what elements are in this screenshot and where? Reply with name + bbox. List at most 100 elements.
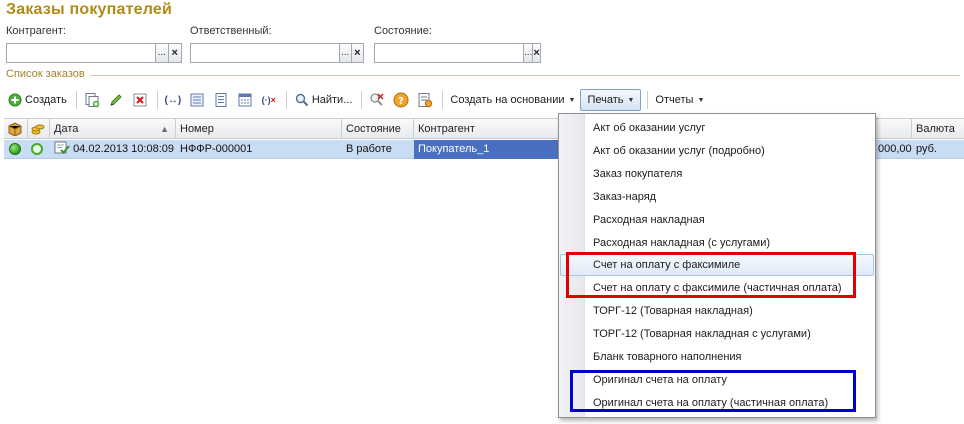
menu-item-act-services[interactable]: Акт об оказании услуг <box>560 117 874 139</box>
chevron-down-icon: ▼ <box>568 96 576 104</box>
delete-button[interactable] <box>129 89 151 111</box>
column-header-status[interactable]: Состояние <box>342 119 414 139</box>
filter-label-counterparty: Контрагент: <box>6 25 66 37</box>
reports-button[interactable]: Отчеты ▼ <box>652 89 707 111</box>
order-amount: 000,00 <box>878 143 912 155</box>
settings-button[interactable] <box>414 89 436 111</box>
column-header-label: Состояние <box>346 123 401 135</box>
menu-item-torg12-services[interactable]: ТОРГ-12 (Товарная накладная с услугами) <box>560 323 874 345</box>
settings-icon <box>417 92 433 108</box>
print-button[interactable]: Печать ▼ <box>580 89 642 111</box>
coins-icon <box>31 123 45 135</box>
calendar-icon <box>237 92 253 108</box>
column-header-label: Номер <box>180 123 214 135</box>
clear-search-icon <box>369 92 385 108</box>
order-currency: руб. <box>916 143 937 155</box>
menu-item-invoice[interactable]: Расходная накладная <box>560 209 874 231</box>
delete-icon <box>132 92 148 108</box>
tree-icon <box>213 92 229 108</box>
number-cell: НФФР-000001 <box>176 140 342 159</box>
toolbar-separator <box>75 91 77 109</box>
menu-item-customer-order[interactable]: Заказ покупателя <box>560 163 874 185</box>
section-title: Список заказов <box>6 68 85 80</box>
menu-item-invoice-services[interactable]: Расходная накладная (с услугами) <box>560 232 874 254</box>
menu-item-goods-form[interactable]: Бланк товарного наполнения <box>560 346 874 368</box>
search-icon <box>294 92 310 108</box>
box-icon <box>8 122 22 137</box>
status-input[interactable] <box>374 43 523 63</box>
counterparty-select-button[interactable]: ... <box>155 43 169 63</box>
filter-counterparty: ... × <box>6 43 182 63</box>
print-button-label: Печать <box>587 94 624 106</box>
order-counterparty: Покупатель_1 <box>418 143 490 155</box>
print-dropdown-menu: Акт об оказании услуг Акт об оказании ус… <box>558 113 876 418</box>
tree-view-button[interactable] <box>210 89 232 111</box>
sync-button[interactable]: (↔) <box>162 89 184 111</box>
section-divider <box>90 75 960 76</box>
toolbar-separator <box>156 91 158 109</box>
clear-search-button[interactable] <box>366 89 388 111</box>
column-header-label: Дата <box>54 123 79 135</box>
find-button-label: Найти... <box>311 94 353 106</box>
column-header-posted[interactable] <box>4 119 28 139</box>
counterparty-cell[interactable]: Покупатель_1 <box>414 140 562 159</box>
create-button[interactable]: Создать <box>4 89 70 111</box>
filter-label-status: Состояние: <box>374 25 432 37</box>
order-status: В работе <box>346 143 392 155</box>
menu-item-original-bill-partial[interactable]: Оригинал счета на оплату (частичная опла… <box>560 392 874 414</box>
counterparty-input[interactable] <box>6 43 155 63</box>
toolbar: Создать (↔) (·) × Найти... ? Создать на … <box>4 87 960 113</box>
status-select-button[interactable]: ... <box>523 43 534 63</box>
menu-item-act-services-detailed[interactable]: Акт об оказании услуг (подробно) <box>560 140 874 162</box>
chevron-down-icon: ▼ <box>697 96 705 104</box>
menu-item-work-order[interactable]: Заказ-наряд <box>560 186 874 208</box>
menu-item-torg12[interactable]: ТОРГ-12 (Товарная накладная) <box>560 300 874 322</box>
copy-icon <box>84 92 100 108</box>
column-header-label: Валюта <box>916 123 955 135</box>
create-button-label: Создать <box>25 94 67 106</box>
payment-status-cell <box>31 140 49 159</box>
column-header-currency[interactable]: Валюта <box>912 119 964 139</box>
help-icon: ? <box>393 92 409 108</box>
counterparty-clear-button[interactable]: × <box>168 43 182 63</box>
edit-button[interactable] <box>105 89 127 111</box>
toolbar-separator <box>442 91 444 109</box>
list-icon <box>189 92 205 108</box>
menu-item-original-bill[interactable]: Оригинал счета на оплату <box>560 369 874 391</box>
filter-status: ... × <box>374 43 541 63</box>
column-header-date[interactable]: Дата ▲ <box>50 119 176 139</box>
sort-icon: ▲ <box>160 124 169 134</box>
amount-cell: 000,00 <box>876 140 912 159</box>
chevron-down-icon: ▼ <box>627 96 635 104</box>
cancel-filter-button[interactable]: (·) × <box>258 89 280 111</box>
calendar-button[interactable] <box>234 89 256 111</box>
column-header-number[interactable]: Номер <box>176 119 342 139</box>
status-clear-button[interactable]: × <box>533 43 541 63</box>
menu-item-bill-facsimile[interactable]: Счет на оплату с факсимиле <box>560 254 874 276</box>
list-view-button[interactable] <box>186 89 208 111</box>
copy-button[interactable] <box>81 89 103 111</box>
toolbar-separator <box>361 91 363 109</box>
order-date: 04.02.2013 10:08:09 <box>73 143 174 155</box>
date-cell: 04.02.2013 10:08:09 <box>50 140 176 159</box>
page-title: Заказы покупателей <box>6 1 173 18</box>
toolbar-separator <box>285 91 287 109</box>
find-button[interactable]: Найти... <box>291 89 356 111</box>
responsible-select-button[interactable]: ... <box>339 43 352 63</box>
filter-responsible: ... × <box>190 43 364 63</box>
column-header-payment[interactable] <box>28 119 50 139</box>
create-based-on-label: Создать на основании <box>450 94 565 106</box>
svg-text:?: ? <box>398 96 404 107</box>
document-posted-icon <box>54 141 73 155</box>
edit-icon <box>108 92 124 108</box>
order-number: НФФР-000001 <box>180 143 253 155</box>
cancel-icon: (·) × <box>261 95 276 105</box>
reports-button-label: Отчеты <box>655 94 694 106</box>
create-based-on-button[interactable]: Создать на основании ▼ <box>447 89 578 111</box>
menu-item-bill-facsimile-partial[interactable]: Счет на оплату с факсимиле (частичная оп… <box>560 277 874 299</box>
responsible-clear-button[interactable]: × <box>351 43 364 63</box>
toolbar-separator <box>647 91 649 109</box>
responsible-input[interactable] <box>190 43 339 63</box>
add-icon <box>7 92 23 108</box>
help-button[interactable]: ? <box>390 89 412 111</box>
